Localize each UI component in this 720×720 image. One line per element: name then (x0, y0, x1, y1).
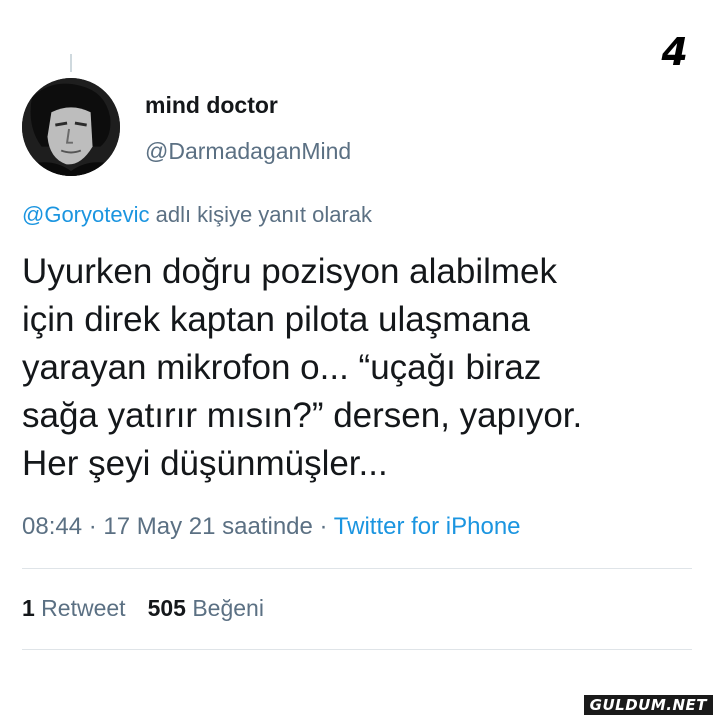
tweet-meta: 08:44 · 17 May 21 saatinde · Twitter for… (22, 513, 521, 541)
tweet-time[interactable]: 08:44 (22, 513, 82, 540)
author-handle[interactable]: @DarmadaganMind (145, 138, 351, 165)
meta-separator: · (312, 513, 334, 540)
retweets-count: 1 (22, 595, 35, 621)
tweet-line: Her şeyi düşünmüşler... (22, 444, 388, 483)
author-display-name[interactable]: mind doctor (145, 92, 278, 119)
retweets-label: Retweet (34, 595, 126, 621)
retweets-stat[interactable]: 1 Retweet (22, 595, 126, 621)
tweet-line: yarayan mikrofon o... “uçağı biraz (22, 348, 542, 387)
tweet-line: sağa yatırır mısın?” dersen, yapıyor. (22, 396, 583, 435)
corner-number: 4 (661, 30, 688, 74)
reply-mention-link[interactable]: @Goryotevic (22, 202, 149, 227)
reply-context: @Goryotevic adlı kişiye yanıt olarak (22, 202, 372, 228)
tweet-stats: 1 Retweet 505 Beğeni (22, 595, 264, 622)
divider (22, 649, 692, 650)
tweet-line: için direk kaptan pilota ulaşmana (22, 300, 530, 339)
reply-context-text: adlı kişiye yanıt olarak (149, 202, 373, 227)
avatar[interactable] (22, 78, 120, 176)
tweet-line: Uyurken doğru pozisyon alabilmek (22, 252, 557, 291)
tweet-date[interactable]: 17 May 21 saatinde (103, 513, 312, 540)
thread-connector-line (70, 54, 72, 72)
meta-separator: · (82, 513, 104, 540)
tweet-text: Uyurken doğru pozisyon alabilmek için di… (22, 248, 702, 488)
tweet-source-link[interactable]: Twitter for iPhone (334, 513, 521, 540)
avatar-portrait-icon (22, 78, 120, 176)
likes-stat[interactable]: 505 Beğeni (148, 595, 264, 621)
divider (22, 568, 692, 569)
likes-count: 505 (147, 595, 186, 621)
site-watermark: GULDUM.NET (582, 694, 714, 716)
likes-label: Beğeni (185, 595, 264, 621)
